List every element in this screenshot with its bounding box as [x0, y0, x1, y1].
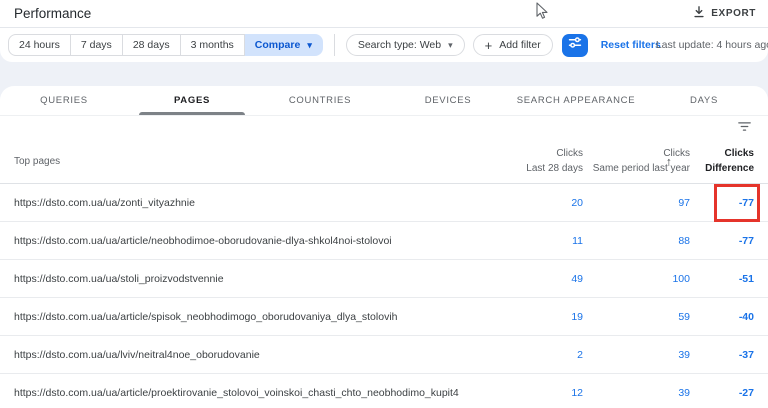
- table-toolbar: [0, 116, 768, 140]
- clicks-difference-cell: -77: [738, 234, 754, 247]
- tab-search-appearance[interactable]: SEARCH APPEARANCE: [512, 86, 640, 115]
- tab-countries[interactable]: COUNTRIES: [256, 86, 384, 115]
- plus-icon: +: [484, 37, 493, 53]
- export-button[interactable]: EXPORT: [689, 0, 760, 27]
- compare-dropdown-label: Compare: [254, 39, 301, 51]
- top-title-bar: Performance EXPORT: [0, 0, 768, 28]
- tab-devices[interactable]: DEVICES: [384, 86, 512, 115]
- reset-filters-link[interactable]: Reset filters: [601, 39, 661, 51]
- search-type-label: Search type: Web: [357, 39, 442, 51]
- date-range-3-months[interactable]: 3 months: [180, 34, 245, 56]
- page-url-link[interactable]: https://dsto.com.ua/ua/article/neobhodim…: [14, 235, 473, 247]
- clicks-last-cell: 12: [571, 386, 583, 399]
- table-row[interactable]: https://dsto.com.ua/ua/article/neobhodim…: [0, 222, 768, 260]
- date-range-7-days[interactable]: 7 days: [70, 34, 123, 56]
- filter-list-icon[interactable]: [738, 119, 751, 137]
- performance-report-card: QUERIES PAGES COUNTRIES DEVICES SEARCH A…: [0, 86, 768, 408]
- download-icon: [693, 6, 705, 21]
- table-row[interactable]: https://dsto.com.ua/ua/article/spisok_ne…: [0, 298, 768, 336]
- sort-ascending-icon: ↑: [666, 153, 672, 168]
- clicks-prev-cell: 97: [678, 196, 690, 209]
- top-pages-column-header: Top pages: [14, 156, 61, 167]
- date-range-28-days[interactable]: 28 days: [122, 34, 181, 56]
- page-url-link[interactable]: https://dsto.com.ua/ua/zonti_vityazhnie: [14, 197, 473, 209]
- filter-bar: 24 hours 7 days 28 days 3 months Compare…: [0, 28, 768, 62]
- tab-queries[interactable]: QUERIES: [0, 86, 128, 115]
- table-row[interactable]: https://dsto.com.ua/ua/lviv/neitral4noe_…: [0, 336, 768, 374]
- clicks-difference-cell: -37: [738, 348, 754, 361]
- clicks-last-cell: 19: [571, 310, 583, 323]
- date-range-24-hours[interactable]: 24 hours: [8, 34, 71, 56]
- clicks-last-cell: 49: [571, 272, 583, 285]
- clicks-prev-cell: 59: [678, 310, 690, 323]
- clicks-difference-cell: -51: [738, 272, 754, 285]
- page-url-link[interactable]: https://dsto.com.ua/ua/lviv/neitral4noe_…: [14, 349, 473, 361]
- table-row[interactable]: https://dsto.com.ua/ua/stoli_proizvodstv…: [0, 260, 768, 298]
- clicks-difference-cell: -77: [738, 196, 754, 209]
- page-url-link[interactable]: https://dsto.com.ua/ua/article/proektiro…: [14, 387, 473, 399]
- compare-dropdown[interactable]: Compare ▾: [244, 34, 323, 56]
- table-header-row: Top pages Clicks Last 28 days Clicks Sam…: [0, 140, 768, 184]
- clicks-prev-cell: 39: [678, 348, 690, 361]
- date-range-segmented-control: 24 hours 7 days 28 days 3 months Compare…: [8, 34, 323, 56]
- clicks-prev-cell: 39: [678, 386, 690, 399]
- filter-tune-button[interactable]: [561, 33, 588, 57]
- clicks-prev-cell: 88: [678, 234, 690, 247]
- tab-days[interactable]: DAYS: [640, 86, 768, 115]
- clicks-same-period-column-header[interactable]: Clicks Same period last year: [583, 147, 690, 176]
- clicks-last-cell: 2: [577, 348, 583, 361]
- last-update-text: Last update: 4 hours ago: [655, 39, 768, 51]
- tune-filter-icon: [568, 36, 582, 54]
- clicks-last-cell: 20: [571, 196, 583, 209]
- dimension-tabs: QUERIES PAGES COUNTRIES DEVICES SEARCH A…: [0, 86, 768, 116]
- export-button-label: EXPORT: [711, 8, 756, 19]
- tab-pages[interactable]: PAGES: [128, 86, 256, 115]
- chevron-down-icon: ▾: [448, 39, 453, 50]
- clicks-difference-cell: -27: [738, 386, 754, 399]
- chevron-down-icon: ▾: [307, 39, 312, 50]
- clicks-difference-column-header[interactable]: ↑ Clicks Difference: [666, 147, 754, 176]
- search-type-dropdown[interactable]: Search type: Web ▾: [345, 34, 465, 56]
- page-url-link[interactable]: https://dsto.com.ua/ua/article/spisok_ne…: [14, 311, 473, 323]
- add-filter-button[interactable]: + Add filter: [472, 34, 553, 56]
- add-filter-label: Add filter: [499, 39, 541, 51]
- page-title: Performance: [14, 6, 92, 21]
- page-url-link[interactable]: https://dsto.com.ua/ua/stoli_proizvodstv…: [14, 273, 473, 285]
- filter-bar-divider: [333, 34, 335, 56]
- clicks-difference-cell: -40: [738, 310, 754, 323]
- table-row[interactable]: https://dsto.com.ua/ua/article/proektiro…: [0, 374, 768, 408]
- clicks-prev-cell: 100: [672, 272, 690, 285]
- clicks-last-28-days-column-header[interactable]: Clicks Last 28 days: [473, 147, 583, 176]
- clicks-last-cell: 11: [572, 234, 583, 247]
- table-row[interactable]: https://dsto.com.ua/ua/zonti_vityazhnie …: [0, 184, 768, 222]
